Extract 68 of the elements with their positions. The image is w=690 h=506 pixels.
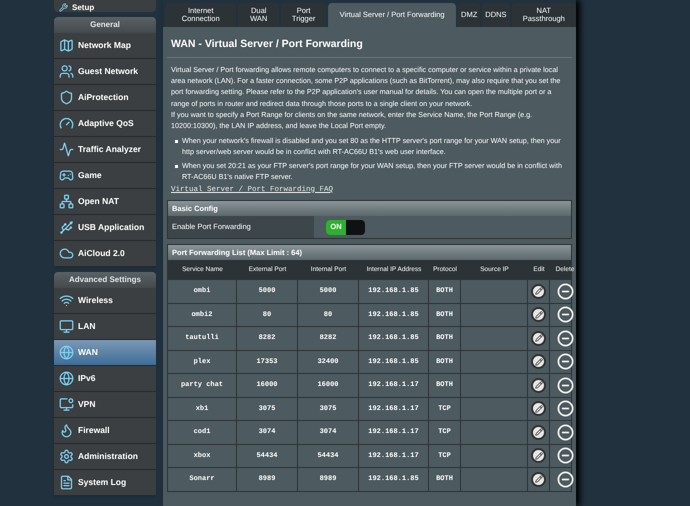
- sidebar-item[interactable]: Game: [54, 163, 156, 189]
- edit-button[interactable]: [531, 284, 546, 299]
- users-icon: [59, 64, 74, 79]
- edit-button[interactable]: [531, 307, 546, 322]
- pencil-icon: [534, 358, 542, 366]
- page-title: WAN - Virtual Server / Port Forwarding: [167, 37, 572, 58]
- bullet-icon: [175, 165, 178, 168]
- edit-button[interactable]: [531, 401, 546, 416]
- pencil-icon: [534, 287, 542, 296]
- monitor-icon: [59, 397, 74, 412]
- delete-icon[interactable]: [556, 353, 574, 370]
- gamepad-icon: [59, 168, 74, 183]
- delete-icon[interactable]: [556, 306, 574, 324]
- edit-button[interactable]: [531, 472, 546, 487]
- sidebar-item[interactable]: Open NAT: [54, 189, 156, 215]
- sidebar-item[interactable]: LAN: [54, 314, 156, 340]
- sidebar-item[interactable]: Traffic Analyzer: [54, 137, 156, 163]
- monitor-icon: [59, 319, 74, 334]
- gauge-icon: [59, 116, 74, 131]
- gear-icon: [59, 449, 74, 464]
- sidebar-item[interactable]: AiProtection: [54, 85, 156, 111]
- usb-icon: [59, 220, 74, 235]
- section-header: General: [54, 17, 156, 33]
- globe-icon: [59, 371, 74, 386]
- sidebar-item[interactable]: Administration: [54, 444, 156, 470]
- sidebar-item[interactable]: Wireless: [54, 288, 156, 314]
- sidebar-item[interactable]: USB Application: [54, 215, 156, 241]
- sidebar-item[interactable]: Firewall: [54, 418, 156, 444]
- wifi-icon: [59, 293, 74, 308]
- delete-icon[interactable]: [556, 376, 574, 394]
- wrench-icon: [59, 3, 68, 12]
- edit-button[interactable]: [531, 378, 546, 393]
- pencil-icon: [534, 334, 542, 342]
- cloud-icon: [59, 246, 74, 261]
- pencil-icon: [534, 428, 542, 436]
- document-icon: [59, 475, 74, 490]
- sidebar-item[interactable]: IPv6: [54, 366, 156, 392]
- delete-icon[interactable]: [556, 447, 574, 464]
- sidebar-item[interactable]: WAN: [54, 340, 156, 366]
- sidebar-item[interactable]: System Log: [54, 470, 156, 496]
- delete-icon[interactable]: [556, 282, 574, 300]
- delete-icon[interactable]: [556, 400, 574, 418]
- sidebar-item[interactable]: VPN: [54, 392, 156, 418]
- pencil-icon: [534, 381, 542, 390]
- edit-button[interactable]: [531, 448, 546, 464]
- delete-icon[interactable]: [556, 470, 574, 488]
- pencil-icon: [534, 404, 542, 413]
- edit-button[interactable]: [531, 354, 546, 370]
- shield-icon: [59, 90, 74, 105]
- pencil-icon: [534, 475, 542, 484]
- delete-icon[interactable]: [556, 330, 574, 347]
- network-icon: [59, 194, 74, 209]
- sidebar-item[interactable]: AiCloud 2.0: [54, 241, 156, 267]
- bullet-icon: [175, 140, 178, 143]
- pencil-icon: [534, 310, 542, 319]
- sidebar-item[interactable]: Guest Network: [54, 59, 156, 85]
- edit-button[interactable]: [531, 424, 546, 440]
- sidebar-item[interactable]: Network Map: [54, 33, 156, 59]
- delete-icon[interactable]: [556, 424, 574, 441]
- sidebar-item[interactable]: Setup: [54, 0, 156, 12]
- pulse-icon: [59, 142, 74, 157]
- flame-icon: [59, 423, 74, 438]
- map-icon: [59, 38, 74, 53]
- edit-button[interactable]: [531, 330, 546, 346]
- section-header: Advanced Settings: [54, 272, 156, 288]
- globe-icon: [59, 345, 74, 360]
- sidebar-item[interactable]: Adaptive QoS: [54, 111, 156, 137]
- pencil-icon: [534, 452, 542, 460]
